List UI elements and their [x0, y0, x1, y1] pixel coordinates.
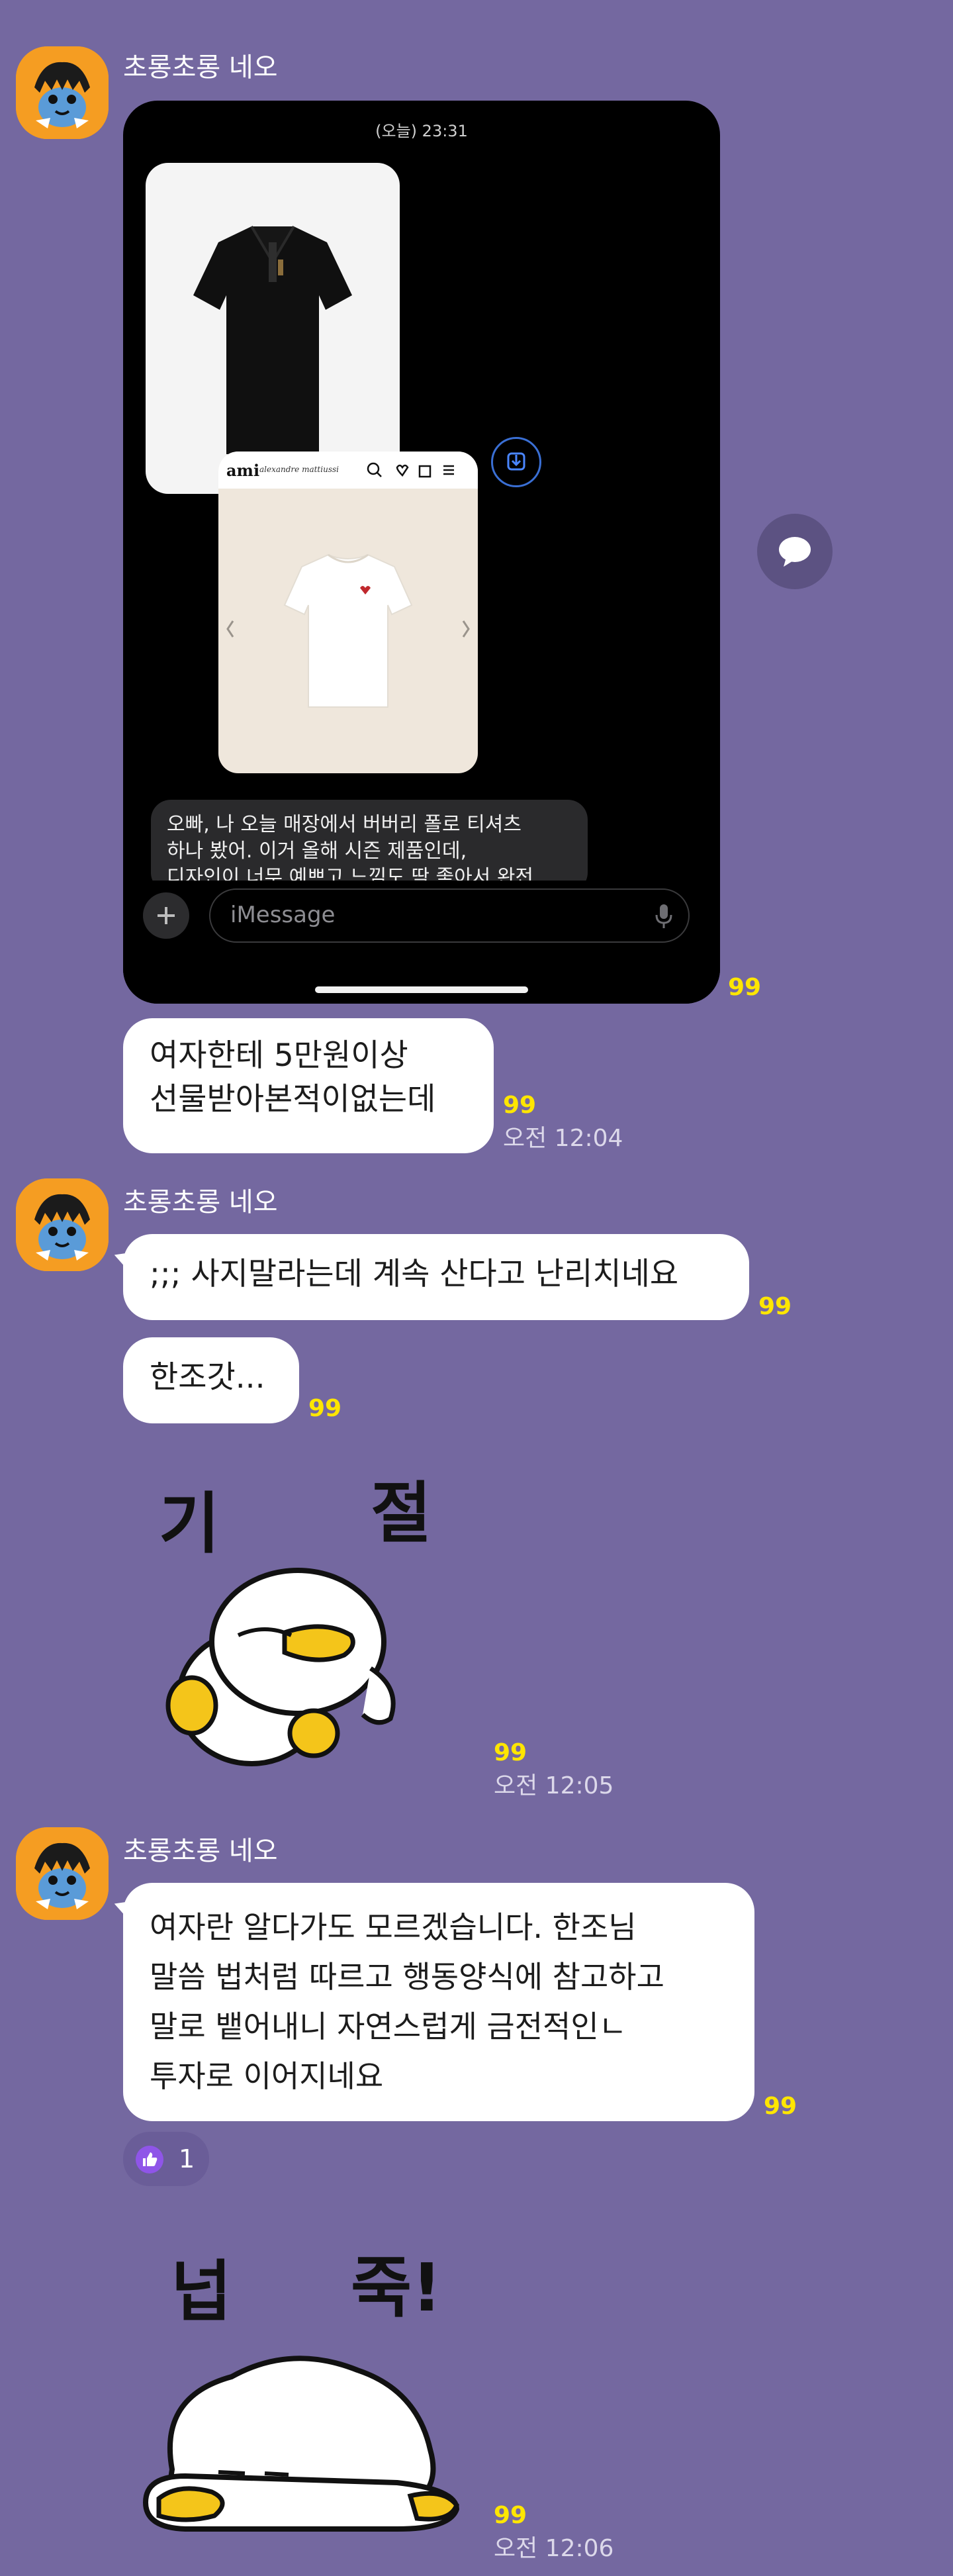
share-speech-icon — [779, 537, 811, 567]
brand-label: ami — [226, 461, 260, 480]
message-text: 말씀 법처럼 따르고 행동양식에 참고하고 — [150, 1959, 664, 1995]
share-button[interactable] — [757, 514, 833, 589]
home-indicator — [315, 986, 528, 993]
preview-line-2: 하나 봤어. 이거 올해 시즌 제품인데, — [167, 839, 467, 863]
plus-button[interactable] — [143, 892, 189, 939]
imessage-preview-bubble: 오빠, 나 오늘 매장에서 버버리 폴로 티셔츠 하나 봤어. 이거 올해 시즌… — [151, 800, 588, 892]
brand-sublabel: alexandre mattiussi — [259, 465, 339, 474]
flat-duck-sticker[interactable]: 넙 죽! — [132, 2224, 490, 2542]
message-text: ;;; 사지말라는데 계속 산다고 난리치네요 — [150, 1256, 679, 1292]
message-text: 말로 뱉어내니 자연스럽게 금전적인ㄴ — [150, 2009, 627, 2044]
sender-name: 초롱초롱 네오 — [123, 52, 278, 83]
preview-line-1: 오빠, 나 오늘 매장에서 버버리 폴로 티셔츠 — [167, 813, 522, 836]
message-text: 투자로 이어지네요 — [150, 2058, 384, 2094]
unread-count: 99 — [728, 974, 762, 1001]
message-text: 여자한테 5만원이상 — [150, 1037, 408, 1074]
message-text: 선물받아본적이없는데 — [150, 1081, 436, 1118]
download-button[interactable] — [491, 437, 541, 487]
message-bubble[interactable]: 한조갓... — [123, 1337, 299, 1423]
unread-count: 99 — [758, 1293, 792, 1320]
timestamp: 오전 12:05 — [494, 1772, 614, 1799]
plus-icon — [158, 907, 175, 924]
unread-count: 99 — [494, 2502, 527, 2529]
mic-icon — [655, 904, 672, 928]
fainting-duck-sticker[interactable]: 기 절 — [152, 1443, 463, 1774]
download-icon — [507, 452, 525, 471]
unread-count: 99 — [764, 2093, 797, 2120]
timestamp: 오전 12:04 — [503, 1125, 623, 1152]
neo-avatar-icon[interactable] — [16, 1178, 109, 1271]
neo-avatar-icon[interactable] — [16, 1827, 109, 1920]
sticker-text: 죽! — [351, 2249, 442, 2326]
message-bubble[interactable]: 여자한테 5만원이상 선물받아본적이없는데 — [123, 1018, 494, 1153]
message-text: 여자란 알다가도 모르겠습니다. 한조님 — [150, 1909, 637, 1945]
message-text: 한조갓... — [150, 1359, 265, 1396]
unread-count: 99 — [494, 1739, 527, 1766]
unread-count: 99 — [308, 1395, 342, 1422]
sender-name: 초롱초롱 네오 — [123, 1836, 278, 1866]
message-bubble[interactable]: ;;; 사지말라는데 계속 산다고 난리치네요 — [123, 1234, 749, 1320]
white-tee-card: ami alexandre mattiussi — [218, 452, 478, 773]
phone-time: (오늘) 23:31 — [375, 122, 468, 140]
imessage-placeholder: iMessage — [230, 902, 336, 928]
black-polo-card — [146, 163, 400, 494]
message-bubble[interactable]: 여자란 알다가도 모르겠습니다. 한조님 말씀 법처럼 따르고 행동양식에 참고… — [123, 1883, 754, 2121]
neo-avatar-icon[interactable] — [16, 46, 109, 139]
shared-screenshot-image[interactable]: (오늘) 23:31 ami alexandre mattiussi 오빠, 나… — [123, 101, 720, 1004]
sender-name: 초롱초롱 네오 — [123, 1187, 278, 1217]
like-thumb-icon — [136, 2146, 163, 2173]
like-reaction[interactable]: 1 — [123, 2132, 209, 2186]
timestamp: 오전 12:06 — [494, 2535, 614, 2562]
reaction-count: 1 — [179, 2144, 195, 2173]
imessage-input[interactable]: iMessage — [209, 888, 690, 943]
unread-count: 99 — [503, 1092, 537, 1119]
